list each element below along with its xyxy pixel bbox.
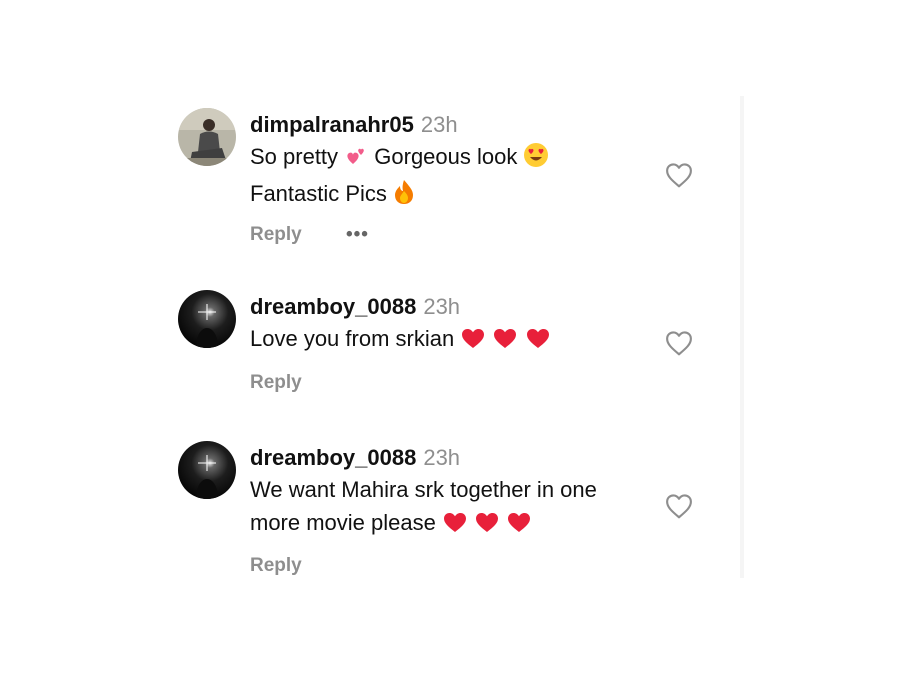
heart-eyes-emoji [523, 142, 549, 177]
red-heart-emoji [474, 510, 500, 543]
red-heart-emoji [442, 510, 468, 543]
like-heart-icon[interactable] [664, 491, 694, 521]
more-options-button[interactable]: ••• [346, 224, 369, 246]
red-heart-emoji [525, 326, 551, 359]
fire-emoji [393, 179, 415, 214]
comment-actions: Reply [250, 372, 302, 394]
comment-body: dreamboy_0088 23h We want Mahira srk toge… [250, 443, 670, 543]
avatar[interactable] [178, 441, 236, 499]
like-heart-icon[interactable] [664, 160, 694, 190]
comment-body: dimpalranahr05 23h So pretty Gorgeous loo… [250, 110, 670, 214]
comment-actions: Reply ••• [250, 224, 368, 246]
comment-actions: Reply [250, 555, 302, 577]
avatar[interactable] [178, 290, 236, 348]
comment-body: dreamboy_0088 23h Love you from srkian [250, 292, 670, 359]
comments-panel: dimpalranahr05 23h So pretty Gorgeous loo… [150, 96, 740, 578]
username[interactable]: dreamboy_0088 [250, 445, 416, 470]
red-heart-emoji [492, 326, 518, 359]
red-heart-emoji [460, 326, 486, 359]
timestamp: 23h [423, 294, 461, 319]
reply-button[interactable]: Reply [250, 555, 302, 576]
comment-item: dreamboy_0088 23h We want Mahira srk toge… [150, 429, 720, 578]
timestamp: 23h [420, 112, 458, 137]
comment-text: So pretty Gorgeous look Fantastic Pics [250, 140, 670, 214]
comment-text: We want Mahira srk together in one more … [250, 473, 670, 543]
timestamp: 23h [423, 445, 461, 470]
reply-button[interactable]: Reply [250, 372, 302, 393]
avatar[interactable] [178, 108, 236, 166]
red-heart-emoji [506, 510, 532, 543]
comment-item: dreamboy_0088 23h Love you from srkian Re… [150, 278, 720, 418]
two-hearts-emoji [344, 144, 368, 177]
username[interactable]: dimpalranahr05 [250, 112, 414, 137]
username[interactable]: dreamboy_0088 [250, 294, 416, 319]
reply-button[interactable]: Reply [250, 224, 302, 245]
like-heart-icon[interactable] [664, 328, 694, 358]
comment-item: dimpalranahr05 23h So pretty Gorgeous loo… [150, 96, 720, 266]
comment-text: Love you from srkian [250, 322, 670, 359]
